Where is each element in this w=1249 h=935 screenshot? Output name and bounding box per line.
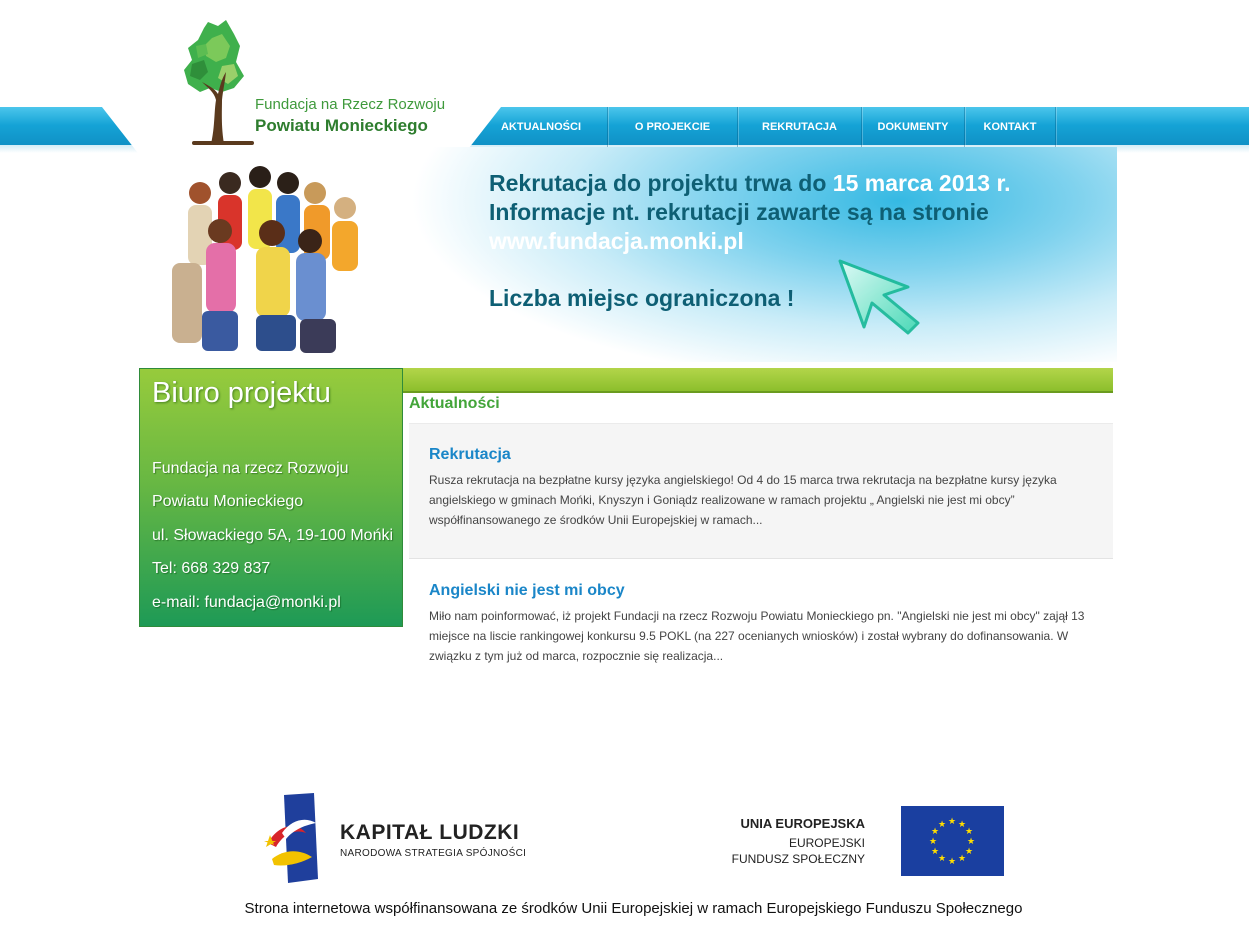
svg-text:★: ★	[965, 827, 973, 837]
site-logo[interactable]: Fundacja na Rzecz Rozwoju Powiatu Moniec…	[172, 16, 472, 148]
article-excerpt: Miło nam poinformować, iż projekt Fundac…	[429, 609, 1085, 663]
sidebar-phone: Tel: 668 329 837	[152, 560, 271, 577]
svg-text:★: ★	[958, 854, 966, 864]
banner-line-3: www.fundacja.monki.pl	[489, 228, 744, 254]
eu-line-3: FUNDUSZ SPOŁECZNY	[731, 852, 865, 866]
cofinancing-note: Strona internetowa współfinansowana ze ś…	[244, 900, 1023, 917]
sidebar-org-line-1: Fundacja na rzecz Rozwoju	[152, 460, 349, 477]
sidebar-title: Biuro projektu	[152, 377, 331, 409]
nav-item-aktualnosci[interactable]: AKTUALNOŚCI	[475, 107, 608, 147]
sidebar-org-line-2: Powiatu Monieckiego	[152, 493, 304, 510]
news-article: Angielski nie jest mi obcy Miło nam poin…	[409, 560, 1113, 680]
svg-text:★: ★	[931, 847, 939, 857]
banner-line-2: Informacje nt. rekrutacji zawarte są na …	[489, 199, 989, 225]
banner-line-1a: Rekrutacja do projektu trwa do	[489, 170, 833, 196]
logo-line-1: Fundacja na Rzecz Rozwoju	[255, 96, 446, 113]
cursor-arrow-icon	[838, 259, 920, 335]
article-title-link[interactable]: Angielski nie jest mi obcy	[429, 582, 1093, 600]
eu-line-2: EUROPEJSKI	[788, 836, 865, 850]
kapital-ludzki-title: KAPITAŁ LUDZKI	[340, 821, 520, 844]
svg-text:★: ★	[929, 837, 937, 847]
sidebar-address: ul. Słowackiego 5A, 19-100 Mońki	[152, 527, 394, 544]
svg-text:★: ★	[938, 854, 946, 864]
kapital-ludzki-emblem-icon	[264, 793, 318, 883]
eu-flag-icon: ★ ★ ★ ★ ★ ★ ★ ★ ★ ★ ★ ★	[901, 806, 1004, 876]
page: Fundacja na Rzecz Rozwoju Powiatu Moniec…	[0, 0, 1249, 935]
kapital-ludzki-logo: KAPITAŁ LUDZKI NARODOWA STRATEGIA SPÓJNO…	[262, 793, 552, 883]
nav-item-rekrutacja[interactable]: REKRUTACJA	[738, 107, 862, 147]
nav-item-o-projekcie[interactable]: O PROJEKCIE	[608, 107, 738, 147]
article-title-link[interactable]: Rekrutacja	[429, 446, 1093, 464]
recruitment-banner[interactable]: Rekrutacja do projektu trwa do 15 marca …	[127, 147, 1117, 362]
news-article: Rekrutacja Rusza rekrutacja na bezpłatne…	[409, 423, 1113, 559]
main-nav: AKTUALNOŚCI O PROJEKCIE REKRUTACJA DOKUM…	[475, 107, 1056, 147]
kapital-ludzki-subtitle: NARODOWA STRATEGIA SPÓJNOŚCI	[340, 848, 527, 859]
nav-item-dokumenty[interactable]: DOKUMENTY	[862, 107, 965, 147]
svg-text:★: ★	[938, 820, 946, 830]
svg-text:★: ★	[965, 847, 973, 857]
svg-text:★: ★	[967, 837, 975, 847]
nav-item-kontakt[interactable]: KONTAKT	[965, 107, 1056, 147]
svg-text:★: ★	[948, 857, 956, 867]
sidebar-email[interactable]: e-mail: fundacja@monki.pl	[152, 594, 341, 612]
article-excerpt: Rusza rekrutacja na bezpłatne kursy języ…	[429, 473, 1057, 527]
banner-line-1b: 15 marca 2013 r.	[832, 170, 1011, 196]
logo-line-2: Powiatu Monieckiego	[255, 116, 428, 135]
eu-title: UNIA EUROPEJSKA	[740, 816, 865, 831]
main-header-bar	[403, 368, 1113, 393]
news-heading: Aktualności	[409, 395, 500, 412]
eu-social-fund-logo: UNIA EUROPEJSKA EUROPEJSKI FUNDUSZ SPOŁE…	[732, 805, 1010, 877]
svg-text:★: ★	[948, 817, 956, 827]
office-sidebar: Biuro projektu Fundacja na rzecz Rozwoju…	[139, 368, 403, 627]
people-photo	[172, 166, 358, 353]
